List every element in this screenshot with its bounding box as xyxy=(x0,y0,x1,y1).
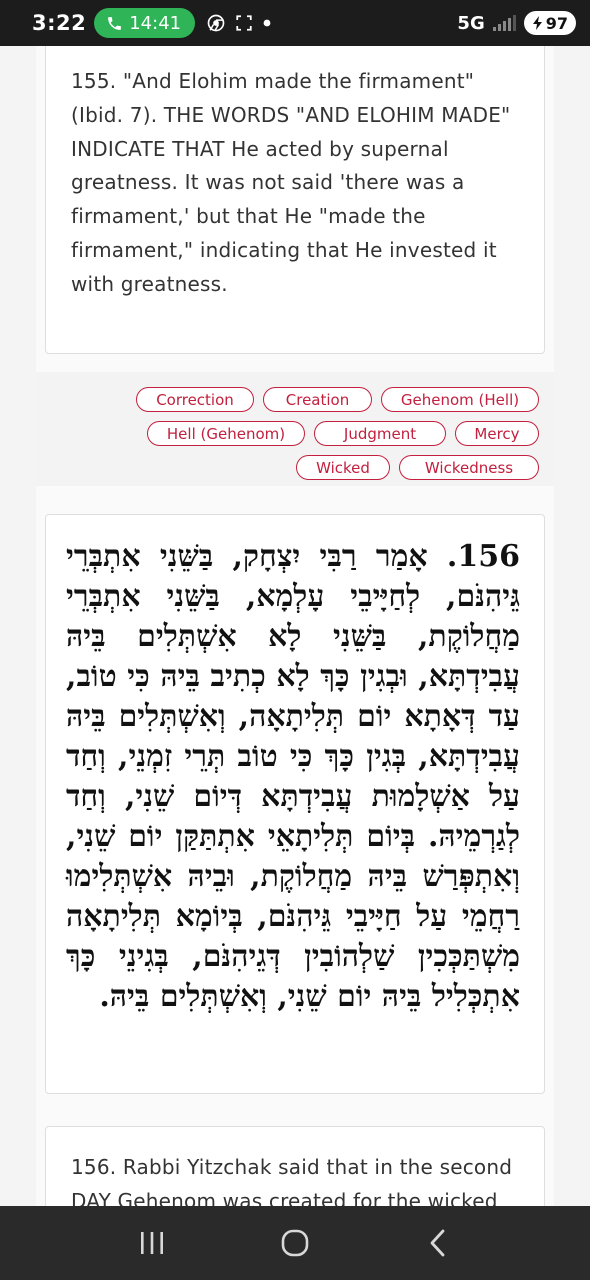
tag-wickedness[interactable]: Wickedness xyxy=(399,455,539,480)
chrome-icon xyxy=(207,14,225,32)
home-icon xyxy=(281,1229,309,1257)
tag-hell-gehenom[interactable]: Hell (Gehenom) xyxy=(147,421,305,446)
page-content[interactable]: 155. "And Elohim made the firmament" (Ib… xyxy=(36,46,554,1206)
topic-tags: Correction Creation Gehenom (Hell) Hell … xyxy=(36,372,554,486)
status-right: 5G 97 xyxy=(457,11,576,35)
status-time: 3:22 xyxy=(32,11,87,35)
call-timer: 14:41 xyxy=(129,12,182,34)
recents-icon xyxy=(140,1232,163,1254)
passage-card-english-155: 155. "And Elohim made the firmament" (Ib… xyxy=(45,46,545,354)
home-button[interactable] xyxy=(265,1213,325,1273)
screenshot-icon xyxy=(236,15,252,31)
battery-indicator: 97 xyxy=(523,11,576,35)
tag-wicked[interactable]: Wicked xyxy=(296,455,390,480)
passage-card-english-156: 156. Rabbi Yitzchak said that in the sec… xyxy=(45,1126,545,1206)
battery-level: 97 xyxy=(545,13,568,33)
tag-row-2: Hell (Gehenom) Judgment Mercy xyxy=(147,421,539,446)
ongoing-call-chip[interactable]: 14:41 xyxy=(94,8,196,38)
tag-mercy[interactable]: Mercy xyxy=(455,421,539,446)
system-nav-bar xyxy=(0,1206,590,1280)
tag-row-3: Wicked Wickedness xyxy=(296,455,539,480)
back-icon xyxy=(430,1229,445,1257)
battery-saver-icon xyxy=(532,16,542,30)
tag-judgment[interactable]: Judgment xyxy=(314,421,446,446)
status-bar: 3:22 14:41 5G 97 xyxy=(0,0,590,46)
signal-icon xyxy=(492,15,516,31)
phone-icon xyxy=(108,16,122,30)
passage-text-english-156: 156. Rabbi Yitzchak said that in the sec… xyxy=(71,1155,513,1206)
tag-correction[interactable]: Correction xyxy=(136,387,254,412)
tag-creation[interactable]: Creation xyxy=(263,387,372,412)
passage-text-english: 155. "And Elohim made the firmament" (Ib… xyxy=(71,69,511,296)
tag-row-1: Correction Creation Gehenom (Hell) xyxy=(136,387,539,412)
network-type: 5G xyxy=(457,12,485,34)
notification-icons xyxy=(207,14,271,32)
passage-card-hebrew-156: 156. אָמַר רַבִּי יִצְחָק, בַּשֵּׁנִי אִ… xyxy=(45,514,545,1094)
back-button[interactable] xyxy=(408,1213,468,1273)
dot-icon xyxy=(263,19,271,27)
tag-gehenom-hell[interactable]: Gehenom (Hell) xyxy=(381,387,539,412)
recents-button[interactable] xyxy=(122,1213,182,1273)
passage-text-hebrew: 156. אָמַר רַבִּי יִצְחָק, בַּשֵּׁנִי אִ… xyxy=(66,539,520,1014)
